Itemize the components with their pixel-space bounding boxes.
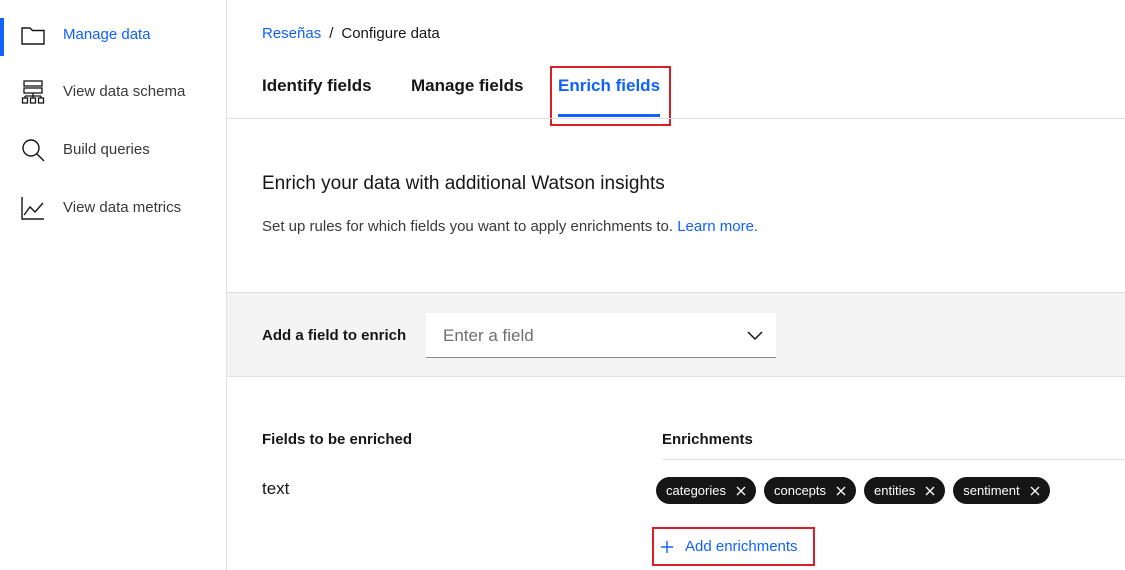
close-icon[interactable]: [1028, 484, 1042, 498]
close-icon[interactable]: [923, 484, 937, 498]
breadcrumb-separator: /: [329, 25, 334, 42]
main-panel: Reseñas / Configure data Identify fields…: [227, 0, 1125, 570]
close-icon[interactable]: [834, 484, 848, 498]
intro-heading: Enrich your data with additional Watson …: [262, 173, 665, 194]
enrichment-tag: sentiment: [953, 477, 1050, 504]
enrichment-tag-list: categories concepts entities sentiment: [656, 477, 1050, 504]
tab-label: Manage fields: [411, 76, 524, 95]
field-picker-label: Add a field to enrich: [262, 327, 407, 344]
enrichment-tag-label: sentiment: [963, 483, 1020, 498]
intro-description: Set up rules for which fields you want t…: [262, 218, 674, 235]
tab-manage-fields[interactable]: Manage fields: [411, 66, 523, 118]
field-select-dropdown[interactable]: Enter a field: [426, 313, 776, 358]
tab-active-indicator: [558, 114, 661, 117]
sidebar-item-manage-data[interactable]: Manage data: [0, 10, 226, 58]
sidebar-item-label: Manage data: [63, 25, 151, 43]
field-select-placeholder: Enter a field: [443, 326, 534, 345]
sidebar-item-build-queries[interactable]: Build queries: [0, 125, 226, 173]
close-icon[interactable]: [734, 484, 748, 498]
search-icon: [22, 139, 45, 162]
line-chart-icon: [21, 197, 44, 220]
learn-more-link[interactable]: Learn more.: [677, 218, 758, 235]
column-header-enrichments: Enrichments: [662, 431, 753, 448]
enrichment-tag-label: categories: [666, 483, 726, 498]
enrichment-tag: concepts: [763, 477, 857, 504]
add-enrichments-button[interactable]: Add enrichments: [652, 527, 815, 566]
sidebar-item-view-data-metrics[interactable]: View data metrics: [0, 183, 226, 231]
sidebar-item-label: View data metrics: [63, 198, 182, 216]
tab-label: Enrich fields: [558, 76, 661, 95]
sidebar-item-label: View data schema: [63, 82, 186, 100]
chevron-down-icon: [747, 331, 763, 341]
field-picker-section: Add a field to enrich Enter a field: [227, 292, 1125, 377]
enrichment-tag-label: concepts: [773, 483, 827, 498]
sidebar-item-label: Build queries: [63, 140, 150, 158]
column-header-fields: Fields to be enriched: [262, 431, 413, 448]
breadcrumb-current: Configure data: [341, 25, 440, 42]
sidebar-item-view-data-schema[interactable]: View data schema: [0, 67, 226, 115]
intro-text: Set up rules for which fields you want t…: [262, 218, 758, 235]
plus-icon: [661, 540, 673, 553]
folder-icon: [21, 27, 45, 45]
table-row-field-name: text: [262, 479, 290, 498]
breadcrumb-parent-link[interactable]: Reseñas: [262, 25, 321, 42]
table-header-divider: [662, 459, 1125, 460]
enrichment-tag-label: entities: [874, 483, 916, 498]
schema-tree-icon: [21, 80, 45, 104]
tab-label: Identify fields: [262, 76, 372, 95]
breadcrumb: Reseñas / Configure data: [262, 25, 440, 42]
tab-identify-fields[interactable]: Identify fields: [262, 66, 372, 118]
add-enrichments-label: Add enrichments: [685, 538, 798, 555]
tab-enrich-fields[interactable]: Enrich fields: [558, 66, 661, 118]
enrichment-tag: entities: [864, 477, 946, 504]
enrichment-tag: categories: [656, 477, 756, 504]
sidebar: Manage data View data schema Build queri…: [0, 0, 227, 570]
tabs-divider: [227, 118, 1125, 119]
